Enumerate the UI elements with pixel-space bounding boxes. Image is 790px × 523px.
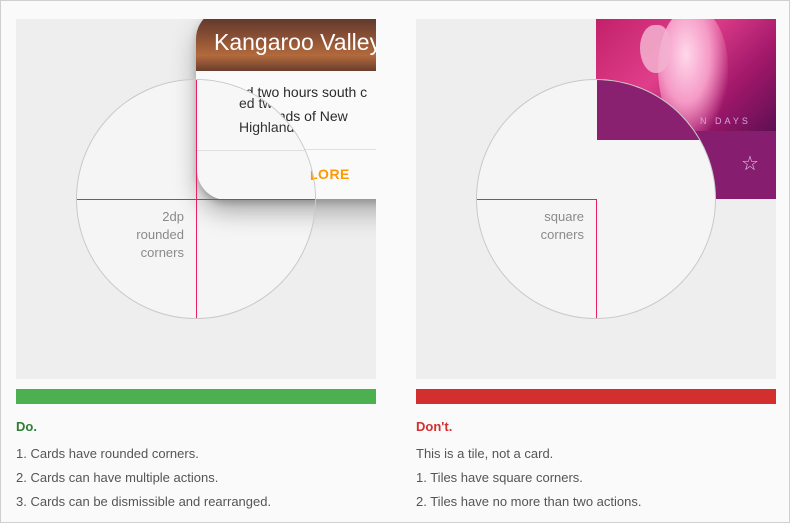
magnified-tile-corner [597, 80, 715, 140]
figure-frame: Kangaroo Valley ed two hours south c Hig… [0, 0, 790, 523]
corner-callout: 2dp rounded corners [136, 208, 184, 262]
guideline-item: 1. Cards have rounded corners. [16, 446, 199, 461]
corner-callout: square corners [541, 208, 584, 244]
magnified-card-text: Highlands of New [239, 119, 316, 135]
guideline-item: 2. Cards can have multiple actions. [16, 470, 219, 485]
magnified-card-text: ed two hours south c [239, 95, 316, 111]
vertical-guide-line [596, 199, 597, 318]
guideline-item: 1. Tiles have square corners. [416, 470, 583, 485]
vertical-guide-line [196, 80, 197, 318]
horizontal-guide-line [477, 199, 596, 200]
callout-line: rounded [136, 227, 184, 242]
dont-heading: Don't. [416, 419, 453, 434]
do-guideline-list: 1. Cards have rounded corners. 2. Cards … [16, 442, 271, 514]
do-example-panel: Kangaroo Valley ed two hours south c Hig… [16, 19, 376, 379]
dont-indicator-bar [416, 389, 776, 404]
do-indicator-bar [16, 389, 376, 404]
square-corner-magnifier: square corners [476, 79, 716, 319]
magnified-card-corner: ed two hours south c Highlands of New LO… [197, 80, 316, 200]
callout-line: corners [540, 227, 584, 242]
dont-example-panel: N DAYS ☆ square corners [416, 19, 776, 379]
card-action-button: LORE [309, 166, 350, 182]
dont-guideline-list: This is a tile, not a card. 1. Tiles hav… [416, 442, 641, 514]
guideline-item: 2. Tiles have no more than two actions. [416, 494, 642, 509]
magnified-card-divider [197, 150, 315, 151]
rounded-corner-magnifier: ed two hours south c Highlands of New LO… [76, 79, 316, 319]
do-heading: Do. [16, 419, 37, 434]
guideline-item: 3. Cards can be dismissible and rearrang… [16, 494, 272, 509]
callout-line: square [544, 209, 584, 224]
portrait-face [640, 25, 670, 73]
guideline-item: This is a tile, not a card. [416, 446, 554, 461]
callout-line: 2dp [162, 209, 184, 224]
callout-line: corners [140, 245, 184, 260]
star-outline-icon: ☆ [741, 153, 759, 175]
card-title: Kangaroo Valley [214, 29, 376, 55]
